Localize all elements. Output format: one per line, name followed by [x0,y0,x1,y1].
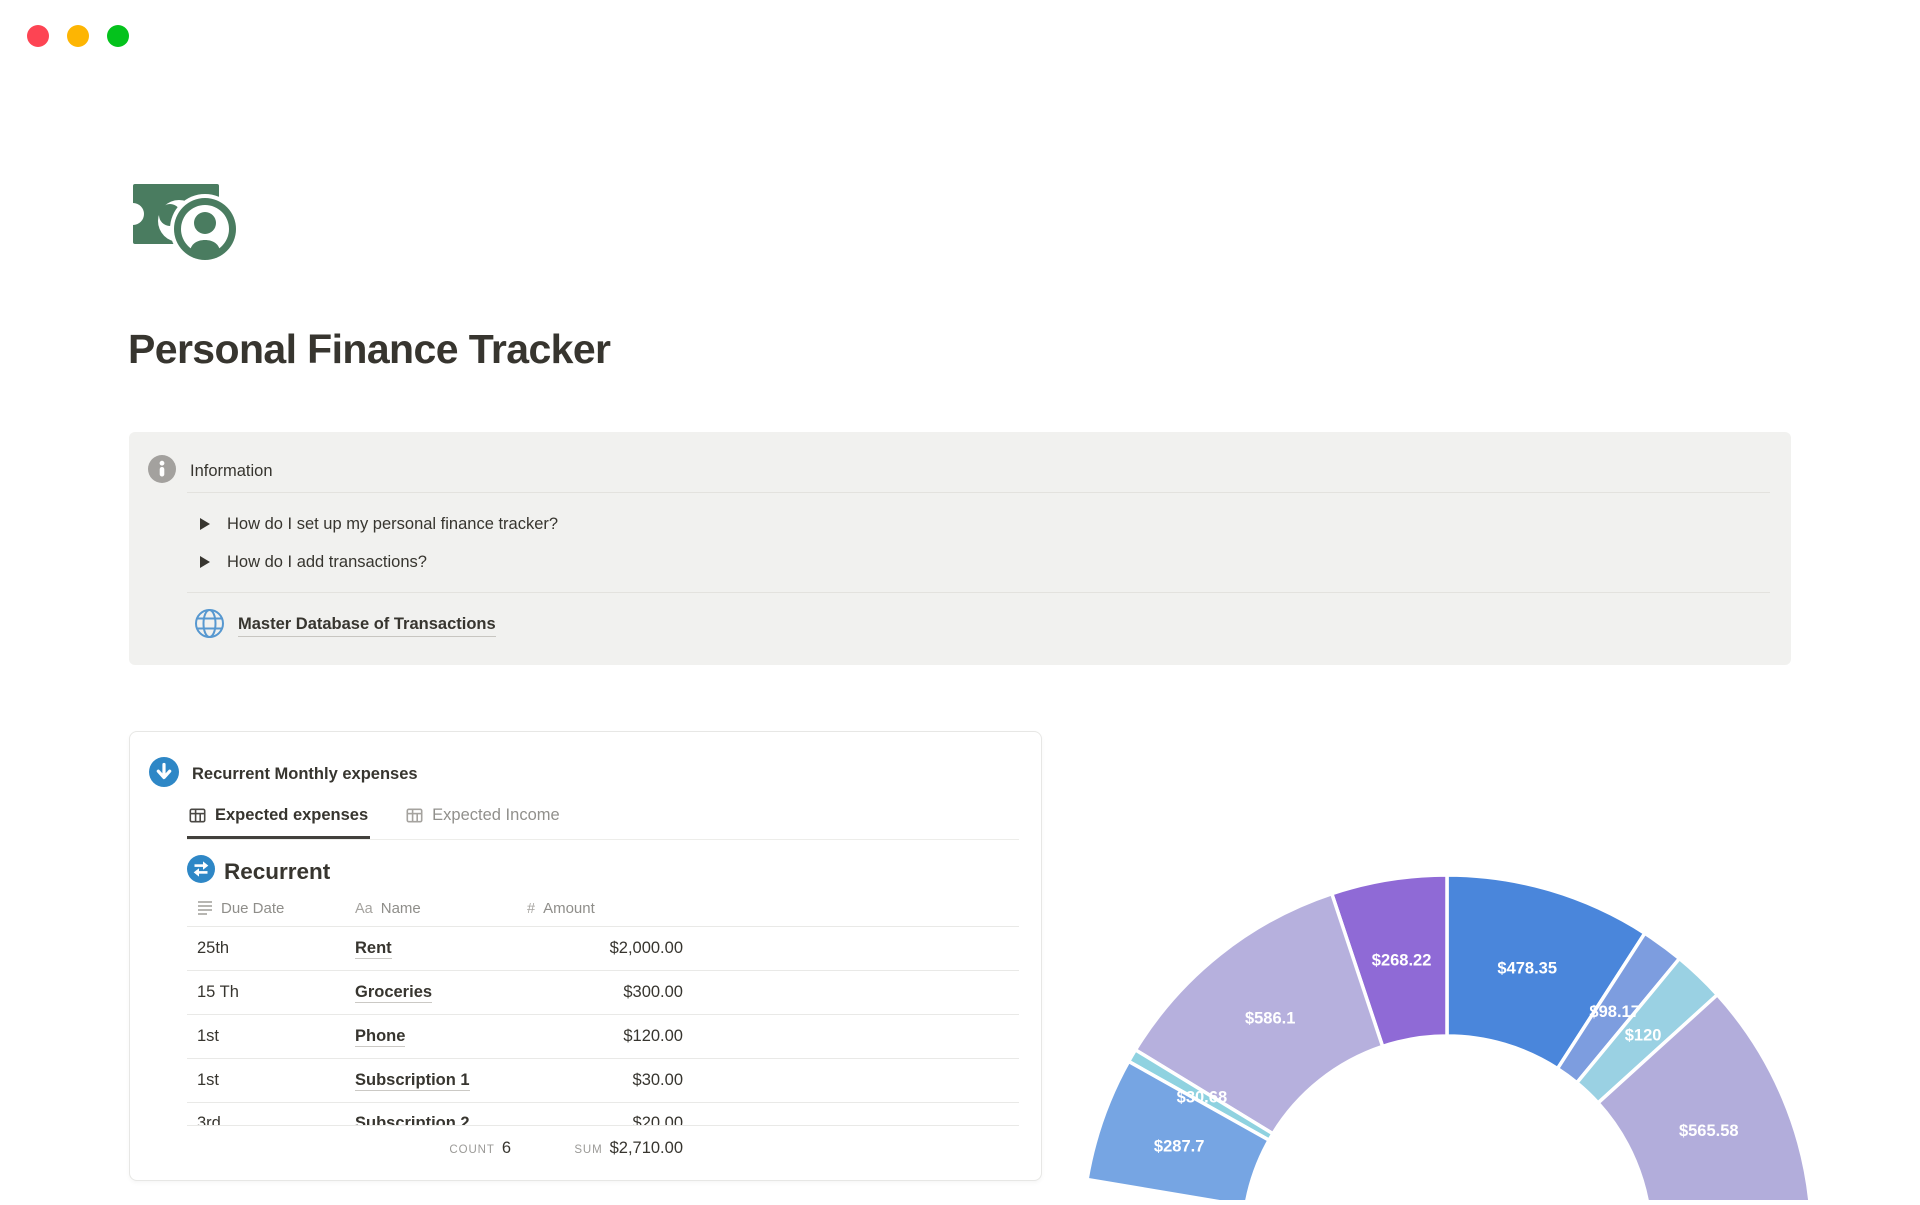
toggle-label: How do I set up my personal finance trac… [227,514,559,533]
name-cell[interactable]: Subscription 2 [355,1114,527,1125]
sum-label: SUM [574,1143,603,1156]
money-banknote-icon[interactable] [122,180,243,266]
table-view-icon [406,807,423,824]
donut-slice-label: $30.68 [1177,1089,1227,1107]
tab-label: Expected expenses [215,806,369,824]
table-row: 1st Subscription 1 $30.00 [187,1059,1019,1103]
view-tabs: Expected expenses Expected Income [187,798,1019,840]
list-lines-icon [197,899,213,919]
zoom-button[interactable] [107,25,129,47]
toggle-triangle-icon [200,518,210,530]
due-date-cell: 1st [197,1071,220,1089]
master-database-link-label: Master Database of Transactions [238,615,496,637]
count-label: COUNT [449,1143,495,1156]
info-icon [148,455,176,488]
table-row: 25th Rent $2,000.00 [187,927,1019,971]
column-label: Due Date [221,900,285,917]
sum-value: $2,710.00 [609,1138,683,1157]
donut-slice-label: $120 [1625,1027,1662,1045]
toggle-setup-question[interactable]: How do I set up my personal finance trac… [200,508,558,540]
amount-cell: $20.00 [632,1114,683,1125]
donut-slice-label: $565.58 [1679,1122,1739,1140]
table-footer: COUNT 6 SUM $2,710.00 [187,1125,1019,1170]
count-calculation[interactable]: COUNT 6 [355,1139,527,1158]
toggle-label: How do I add transactions? [227,552,427,571]
information-callout: Information How do I set up my personal … [129,432,1791,665]
callout-title: Information [190,462,273,480]
name-page-link[interactable]: Subscription 1 [355,1071,470,1091]
column-header-name[interactable]: Aa Name [355,900,527,917]
recurrent-section-title: Recurrent [224,858,331,884]
name-cell[interactable]: Rent [355,939,527,959]
toggle-triangle-icon [200,556,210,568]
window-controls [27,25,129,47]
name-page-link[interactable]: Rent [355,939,392,959]
name-page-link[interactable]: Subscription 2 [355,1114,470,1125]
divider [187,592,1770,593]
due-date-cell: 3rd [197,1114,221,1125]
table-row: 15 Th Groceries $300.00 [187,971,1019,1015]
divider [187,492,1770,493]
amount-cell: $30.00 [632,1071,683,1089]
count-value: 6 [501,1138,511,1157]
due-date-cell: 1st [197,1027,220,1045]
toggle-add-transactions-question[interactable]: How do I add transactions? [200,546,427,578]
sum-calculation[interactable]: SUM $2,710.00 [527,1139,683,1158]
page-title: Personal Finance Tracker [128,326,611,372]
tab-label: Expected Income [432,806,560,824]
column-header-due-date[interactable]: Due Date [197,899,355,919]
text-Aa-icon: Aa [355,900,373,917]
amount-cell: $300.00 [623,983,683,1001]
minimize-button[interactable] [67,25,89,47]
table-row: 3rd Subscription 2 $20.00 [187,1103,1019,1125]
column-header-amount[interactable]: # Amount [527,900,683,917]
card-title: Recurrent Monthly expenses [192,765,418,783]
name-cell[interactable]: Groceries [355,983,527,1003]
tab-expected-income[interactable]: Expected Income [404,798,562,839]
amount-cell: $120.00 [623,1027,683,1045]
globe-icon [193,607,226,645]
table-view-icon [189,807,206,824]
table-rows: 25th Rent $2,000.00 15 Th Groceries $300.00 1s… [187,927,1019,1125]
donut-slice-label: $98.17 [1589,1003,1639,1021]
column-label: Amount [543,900,595,917]
due-date-cell: 25th [197,939,230,957]
table-header: Due Date Aa Name # Amount [187,891,1019,927]
donut-slice-label: $478.35 [1497,960,1557,978]
master-database-link[interactable]: Master Database of Transactions [193,608,496,644]
table-row: 1st Phone $120.00 [187,1015,1019,1059]
tab-expected-expenses[interactable]: Expected expenses [187,798,370,839]
recurrent-expenses-card: Recurrent Monthly expenses Expected expe… [129,731,1042,1181]
due-date-cell: 15 Th [197,983,239,1001]
donut-slice-label: $268.22 [1372,952,1432,970]
name-cell[interactable]: Phone [355,1027,527,1047]
number-hash-icon: # [527,900,536,917]
name-page-link[interactable]: Phone [355,1027,406,1047]
name-cell[interactable]: Subscription 1 [355,1071,527,1091]
circle-down-arrow-icon [149,757,179,792]
name-page-link[interactable]: Groceries [355,983,433,1003]
close-button[interactable] [27,25,49,47]
donut-slice-label: $287.7 [1154,1138,1204,1156]
column-label: Name [380,900,421,917]
expenses-donut-chart: $478.35 $98.17 $120 $565.58 $268.22 $586.1 $30… [1040,858,1920,1205]
donut-slice-label: $586.1 [1245,1010,1295,1028]
circle-left-right-arrow-icon [187,855,215,888]
amount-cell: $2,000.00 [609,939,683,957]
